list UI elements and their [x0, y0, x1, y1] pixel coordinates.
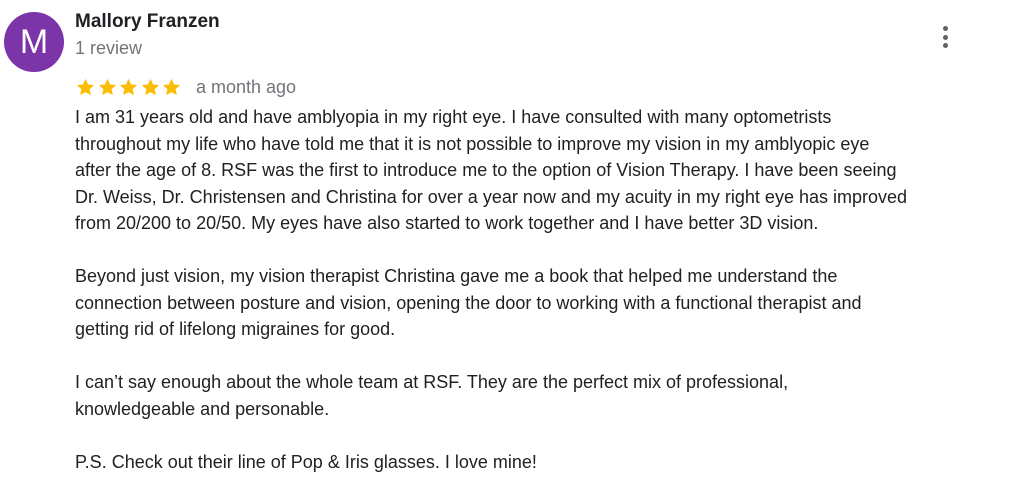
more-vert-icon: [943, 26, 948, 31]
more-vert-icon-dot: [943, 34, 948, 40]
review-date: a month ago: [195, 76, 297, 97]
review-paragraph: I can’t say enough about the whole team …: [75, 369, 1015, 422]
review-text-line: throughout my life who have told me that…: [75, 133, 870, 154]
review-paragraph: Beyond just vision, my vision therapist …: [75, 263, 1015, 343]
review-text-line: from 20/200 to 20/50. My eyes have also …: [75, 213, 819, 233]
star-filled-icon: [118, 77, 139, 98]
review-card: M Mallory Franzen 1 review a month ago I…: [0, 0, 1024, 484]
review-text-line: connection between posture and vision, o…: [75, 292, 862, 313]
avatar[interactable]: M: [4, 12, 64, 72]
review-paragraph: I am 31 years old and have amblyopia in …: [75, 104, 1015, 237]
more-options-button[interactable]: [932, 22, 960, 52]
more-vert-icon-dot: [943, 43, 948, 48]
review-text-line: getting rid of lifelong migraines for go…: [75, 319, 396, 339]
review-text-line: Beyond just vision, my vision therapist …: [75, 266, 838, 286]
review-text-line: Dr. Weiss, Dr. Christensen and Christina…: [75, 186, 908, 207]
review-text: I am 31 years old and have amblyopia in …: [75, 104, 1015, 475]
review-text-line: after the age of 8. RSF was the first to…: [75, 160, 897, 180]
star-filled-icon: [97, 77, 118, 98]
review-text-line: P.S. Check out their line of Pop & Iris …: [75, 451, 537, 472]
review-text-line: I can’t say enough about the whole team …: [75, 372, 789, 392]
rating-row: a month ago: [75, 74, 296, 100]
review-text-line: I am 31 years old and have amblyopia in …: [75, 107, 832, 127]
review-text-line: knowledgeable and personable.: [75, 398, 330, 419]
star-filled-icon: [140, 77, 161, 98]
star-filled-icon: [75, 77, 96, 98]
author-name[interactable]: Mallory Franzen: [75, 11, 220, 33]
review-paragraph: P.S. Check out their line of Pop & Iris …: [75, 449, 1015, 476]
review-count[interactable]: 1 review: [75, 38, 142, 59]
star-filled-icon: [161, 77, 182, 98]
star-rating: [75, 77, 183, 98]
